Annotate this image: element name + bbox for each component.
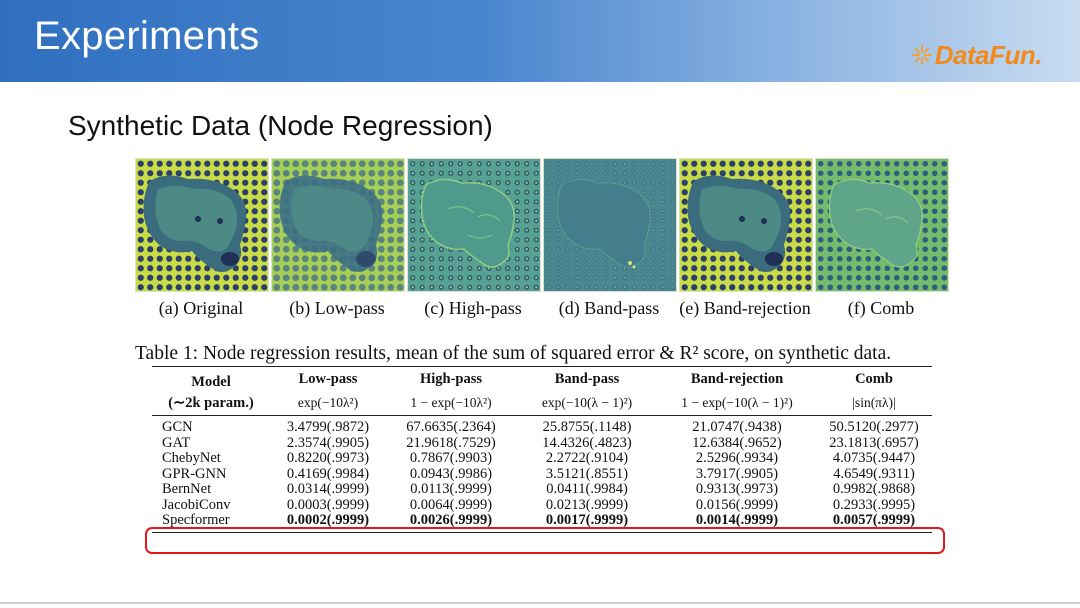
filter-formula: exp(−10λ²) <box>270 391 386 416</box>
caption-high-pass: (c) High-pass <box>424 298 522 318</box>
bottom-divider <box>0 602 1080 604</box>
table-cell: 0.9313(.9973) <box>695 481 779 497</box>
filter-formula: 1 − exp(−10(λ − 1)²) <box>658 391 816 416</box>
table-cell: 0.2933(.9995) <box>832 496 916 513</box>
column-header: Band-rejection <box>658 366 816 391</box>
model-name: GAT <box>162 434 191 451</box>
table-cell: 4.6549(.9311) <box>833 465 915 482</box>
table-cell: 0.8220(.9973) <box>286 450 370 466</box>
image-low-pass <box>271 158 405 292</box>
table-cell: 21.0747(.9438) <box>692 419 782 435</box>
caption-comb: (f) Comb <box>847 298 915 318</box>
table-cell: 2.2722(.9104) <box>545 450 629 466</box>
table-cell: 0.0156(.9999) <box>695 496 779 513</box>
table-cell: 0.0213(.9999) <box>545 496 629 513</box>
table-cell: 25.8755(.1148) <box>542 419 632 435</box>
image-band-pass <box>543 158 677 292</box>
formula-row: (∼2k param.) exp(−10λ²) 1 − exp(−10λ²) e… <box>152 391 932 416</box>
image-captions: (a) Original (b) Low-pass (c) High-pass … <box>135 298 947 322</box>
table-cell: 12.6384(.9652) <box>692 434 782 451</box>
filter-image-grid <box>135 158 949 294</box>
table-cell: 3.4799(.9872) <box>286 419 370 435</box>
slide-title: Experiments <box>34 14 260 58</box>
table-cell: 0.0113(.9999) <box>410 481 492 497</box>
table-cell: 67.6635(.2364) <box>406 419 496 435</box>
model-name: BernNet <box>162 481 212 497</box>
table-cell: 3.5121(.8551) <box>545 465 629 482</box>
table-cell: 0.7867(.9903) <box>409 450 493 466</box>
column-header: Band-pass <box>516 366 658 391</box>
highlight-box <box>145 527 945 554</box>
table-cell: 0.9982(.9868) <box>832 481 916 497</box>
table-cell: 2.3574(.9905) <box>286 434 370 451</box>
table-cell: 0.0314(.9999) <box>286 481 370 497</box>
datafun-logo: DataFun. <box>911 38 1043 72</box>
table-row: GCN 3.4799(.9872) 67.6635(.2364) 25.8755… <box>152 416 932 436</box>
model-header: Model <box>152 366 270 391</box>
table-cell: 3.7917(.9905) <box>695 465 779 482</box>
table-cell: 0.0411(.9984) <box>546 481 628 497</box>
table-cell: 0.0943(.9986) <box>409 465 493 482</box>
table-row: ChebyNet 0.8220(.9973) 0.7867(.9903) 2.2… <box>152 450 932 467</box>
table-cell: 23.1813(.6957) <box>829 434 919 451</box>
table-cell: 50.5120(.2977) <box>829 419 919 435</box>
table-row: JacobiConv 0.0003(.9999) 0.0064(.9999) 0… <box>152 496 932 514</box>
model-name: GCN <box>162 419 193 435</box>
image-band-rejection <box>679 158 813 292</box>
model-name: ChebyNet <box>162 450 221 466</box>
sparkle-icon <box>911 45 932 65</box>
results-table: Model Low-pass High-pass Band-pass Band-… <box>152 366 932 533</box>
caption-band-pass: (d) Band-pass <box>558 298 660 318</box>
table-cell: 14.4326(.4823) <box>542 434 632 451</box>
caption-band-rejection: (e) Band-rejection <box>679 298 811 318</box>
image-high-pass <box>407 158 541 292</box>
table-cell: 0.4169(.9984) <box>286 465 370 482</box>
logo-text: DataFun. <box>934 39 1043 70</box>
table-cell: 4.0735(.9447) <box>832 450 916 466</box>
model-subheader: (∼2k param.) <box>152 391 270 416</box>
column-header: Comb <box>816 366 932 391</box>
caption-low-pass: (b) Low-pass <box>289 298 385 318</box>
table-row: GPR-GNN 0.4169(.9984) 0.0943(.9986) 3.51… <box>152 465 932 483</box>
section-subtitle: Synthetic Data (Node Regression) <box>68 110 493 141</box>
filter-formula: exp(−10(λ − 1)²) <box>516 391 658 416</box>
table-caption: Table 1: Node regression results, mean o… <box>135 343 892 364</box>
caption-original: (a) Original <box>158 298 244 318</box>
filter-formula: 1 − exp(−10λ²) <box>386 391 516 416</box>
table-row: GAT 2.3574(.9905) 21.9618(.7529) 14.4326… <box>152 434 932 452</box>
header-row: Model Low-pass High-pass Band-pass Band-… <box>152 366 932 391</box>
table-cell: 0.0003(.9999) <box>286 496 370 513</box>
filter-formula: |sin(πλ)| <box>816 391 932 416</box>
model-name: JacobiConv <box>162 496 231 513</box>
table-row: BernNet 0.0314(.9999) 0.0113(.9999) 0.04… <box>152 481 932 498</box>
column-header: Low-pass <box>270 366 386 391</box>
image-original <box>135 158 269 292</box>
table-cell: 21.9618(.7529) <box>406 434 496 451</box>
model-name: GPR-GNN <box>162 465 227 482</box>
table-cell: 0.0064(.9999) <box>409 496 493 513</box>
image-comb <box>815 158 949 292</box>
column-header: High-pass <box>386 366 516 391</box>
table-cell: 2.5296(.9934) <box>695 450 779 466</box>
